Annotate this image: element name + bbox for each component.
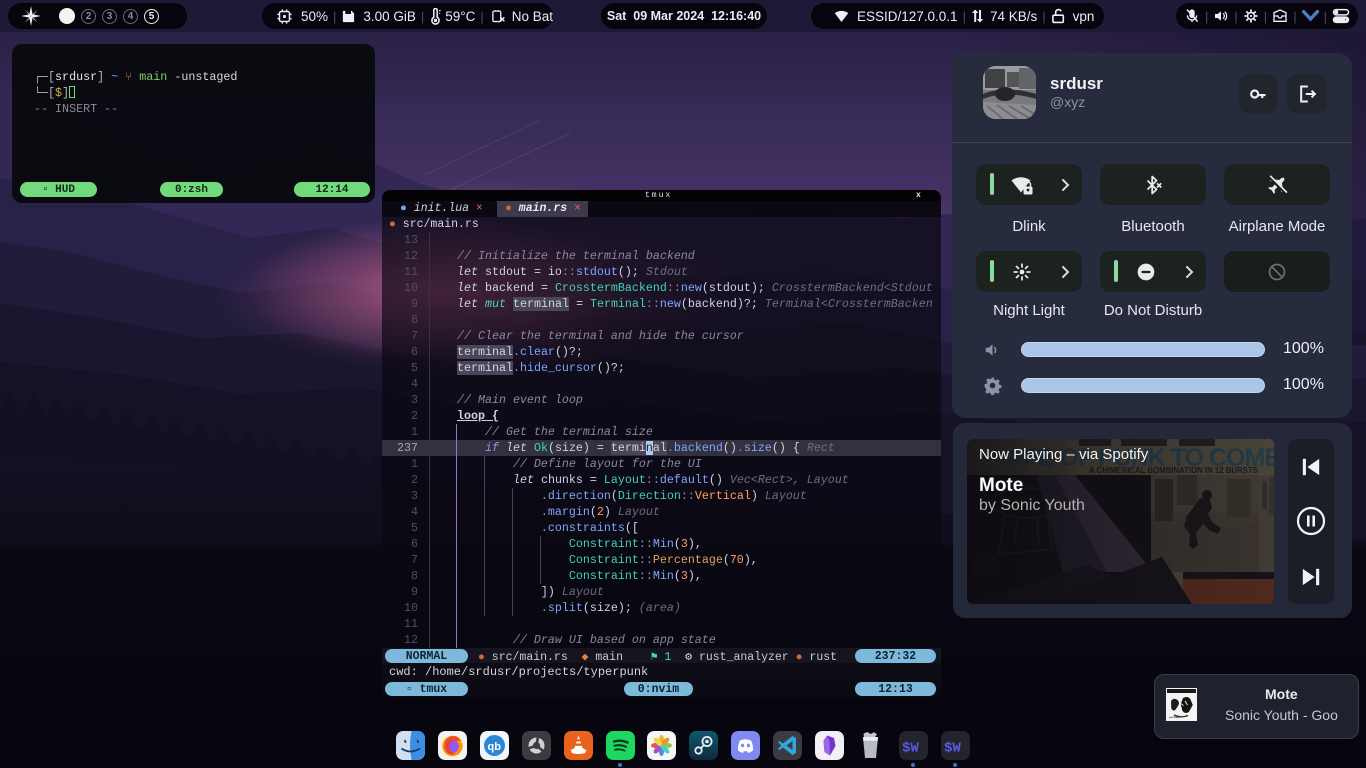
- svg-text:$W: $W: [902, 741, 919, 757]
- svg-text:$W: $W: [944, 741, 961, 757]
- svg-text:qb: qb: [487, 741, 501, 753]
